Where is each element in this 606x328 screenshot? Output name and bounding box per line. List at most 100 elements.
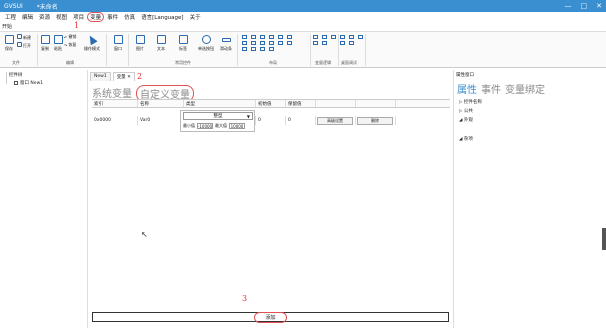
open-icon xyxy=(17,42,22,47)
add-variable-bar[interactable]: 添加 xyxy=(92,311,449,323)
menu-language[interactable]: 语言[Language] xyxy=(138,13,186,21)
delete-button[interactable]: 删除 xyxy=(357,116,393,125)
properties-header: 属性窗口 xyxy=(456,73,474,78)
new-button[interactable]: 新建 xyxy=(17,34,37,41)
label-button[interactable]: 标签 xyxy=(176,35,190,52)
type-popup: 整型 ▼ 最小值 -10000 最大值 10000 xyxy=(180,110,255,132)
cell-index: 0x0000 xyxy=(92,116,138,125)
new-icon xyxy=(17,34,22,39)
undo-button[interactable]: ↶ 撤销 xyxy=(64,34,84,40)
paste-icon xyxy=(53,35,63,44)
min-label: 最小值 xyxy=(183,123,195,128)
undo-icon: ↶ xyxy=(64,34,68,40)
group-common-controls: 常用控件 xyxy=(175,60,191,65)
operate-mode-button[interactable]: 操作模式 xyxy=(82,33,102,52)
text-button[interactable]: 文本 xyxy=(154,35,168,52)
min-value-field[interactable]: -10000 xyxy=(197,123,213,129)
tab-properties[interactable]: 属性 xyxy=(457,81,477,96)
cell-initial[interactable]: 0 xyxy=(256,116,286,125)
slider-button[interactable]: 滑动条 xyxy=(217,35,235,52)
image-button[interactable]: 图片 xyxy=(133,35,147,52)
menu-item[interactable]: 项目 xyxy=(70,13,87,21)
type-select[interactable]: 整型 ▼ xyxy=(183,112,253,120)
annotation-3: 3 xyxy=(242,294,248,303)
app-name: GVSUI xyxy=(4,2,23,10)
menu-edit[interactable]: 编辑 xyxy=(19,13,36,21)
control-tree-panel: 控件树 窗口 New1 xyxy=(0,70,88,328)
copy-icon xyxy=(40,35,50,44)
max-value-field[interactable]: 10000 xyxy=(229,123,245,129)
group-edit: 编辑 xyxy=(66,60,74,65)
group-appearance[interactable]: ◢ 外观 xyxy=(459,117,473,123)
menu-events[interactable]: 事件 xyxy=(104,13,121,21)
tab-variables[interactable]: 变量 ✕ xyxy=(112,72,135,81)
advanced-settings-button[interactable]: 高级设置 xyxy=(317,116,353,125)
menu-about[interactable]: 关于 xyxy=(187,13,204,21)
menu-resource[interactable]: 资源 xyxy=(36,13,53,21)
column-delete xyxy=(356,100,396,107)
menu-view[interactable]: 视图 xyxy=(53,13,70,21)
close-button[interactable]: ✕ xyxy=(596,2,602,10)
save-icon xyxy=(4,35,14,44)
menu-project[interactable]: 工程 xyxy=(2,13,19,21)
image-icon xyxy=(135,35,145,44)
window-icon xyxy=(14,81,18,85)
radio-icon xyxy=(201,35,211,44)
menu-simulation[interactable]: 仿真 xyxy=(121,13,138,21)
table-header: 索引 名称 类型 初始值 保留值 xyxy=(92,99,450,108)
column-retain: 保留值 xyxy=(286,100,316,107)
group-logic: 变量逻辑 xyxy=(315,60,331,65)
side-scroll-handle[interactable] xyxy=(602,228,606,250)
debug-tools[interactable] xyxy=(340,35,365,45)
open-button[interactable]: 打开 xyxy=(17,42,37,49)
tree-node-window[interactable]: 窗口 New1 xyxy=(14,80,43,86)
annotation-1: 1 xyxy=(74,21,80,30)
redo-button[interactable]: ↷ 恢复 xyxy=(64,42,84,48)
variable-table: 索引 名称 类型 初始值 保留值 0x0000 Var0 0 0 高级设置 删除 xyxy=(92,99,450,125)
group-common[interactable]: ▷ 公共 xyxy=(459,108,473,114)
window-button[interactable]: 窗口 xyxy=(111,35,125,52)
layout-tools[interactable] xyxy=(242,35,294,51)
pointer-icon xyxy=(86,33,98,46)
group-control-name[interactable]: ▷ 控件名称 xyxy=(459,99,482,105)
paste-button[interactable]: 粘贴 xyxy=(51,35,65,52)
document-title: *未命名 xyxy=(36,3,58,11)
group-file: 文件 xyxy=(12,60,20,65)
column-index: 索引 xyxy=(92,100,138,107)
tab-variable-binding[interactable]: 变量绑定 xyxy=(505,81,545,96)
text-icon xyxy=(156,35,166,44)
minimize-button[interactable]: — xyxy=(565,2,572,10)
column-name: 名称 xyxy=(138,100,184,107)
annotation-2: 2 xyxy=(137,72,143,81)
save-button[interactable]: 保存 xyxy=(2,35,16,52)
copy-button[interactable]: 复制 xyxy=(38,35,52,52)
maximize-button[interactable]: □ xyxy=(581,2,588,10)
chevron-down-icon: ▼ xyxy=(246,113,250,119)
ribbon: 保存 新建 打开 复制 粘贴 ↶ 撤销 ↷ 恢复 操作模式 窗口 图片 文本 标签 … xyxy=(0,31,606,68)
slider-icon xyxy=(221,38,231,42)
title-bar: GVSUI *未命名 — □ ✕ xyxy=(0,0,606,12)
ribbon-tab-start[interactable]: 开始 xyxy=(2,23,12,30)
redo-icon: ↷ xyxy=(64,42,68,48)
mouse-cursor-icon: ↖ xyxy=(141,230,148,239)
tab-new1[interactable]: New1 xyxy=(90,72,111,81)
max-label: 最大值 xyxy=(215,123,227,128)
group-misc[interactable]: ◢ 杂项 xyxy=(459,136,473,142)
column-initial: 初始值 xyxy=(256,100,286,107)
add-button[interactable]: 添加 xyxy=(254,311,287,323)
tab-events[interactable]: 事件 xyxy=(481,81,501,96)
column-advanced xyxy=(316,100,356,107)
column-type: 类型 xyxy=(184,100,256,107)
group-layout: 布局 xyxy=(269,60,277,65)
editor-area: New1 变量 ✕ 2 系统变量 自定义变量 索引 名称 类型 初始值 保留值 … xyxy=(90,70,452,328)
control-tree-header: 控件树 xyxy=(9,73,23,78)
group-debug: 桌面调试 xyxy=(341,60,357,65)
cell-retain[interactable]: 0 xyxy=(286,116,316,125)
cell-name[interactable]: Var0 xyxy=(138,116,184,125)
logic-tools[interactable] xyxy=(313,35,338,45)
window-icon xyxy=(113,35,123,44)
table-row[interactable]: 0x0000 Var0 0 0 高级设置 删除 xyxy=(92,116,450,125)
single-select-button[interactable]: 单选按钮 xyxy=(196,35,216,52)
menu-variables[interactable]: 变量 xyxy=(87,12,105,22)
properties-panel: 属性窗口 属性 事件 变量绑定 ▷ 控件名称 ▷ 公共 ◢ 外观 ◢ 杂项 xyxy=(453,70,606,328)
